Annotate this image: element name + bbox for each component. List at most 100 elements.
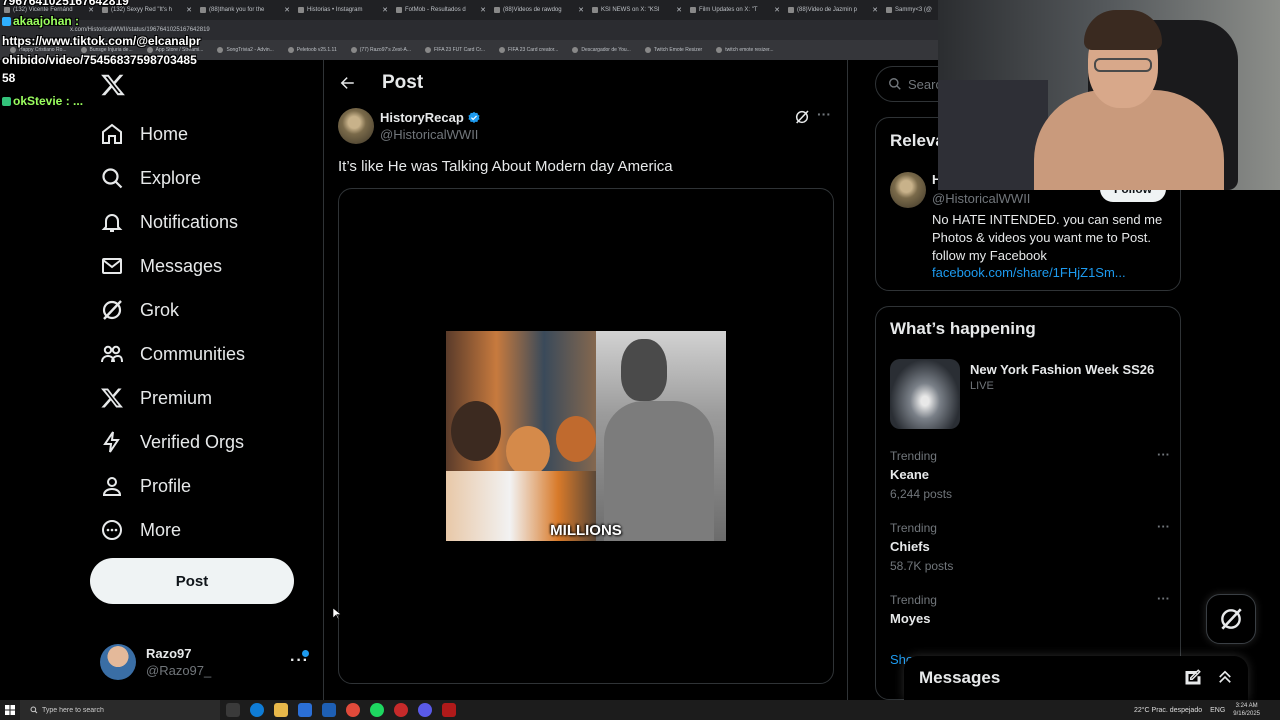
start-button[interactable] [0, 700, 20, 720]
event-thumbnail[interactable] [890, 359, 960, 429]
language-indicator[interactable]: ENG [1210, 707, 1225, 714]
grok-icon[interactable] [794, 109, 810, 125]
browser-tab[interactable]: KSI NEWS on X: "KSI ✕ [588, 2, 686, 18]
author-name[interactable]: HistoryRecap [380, 110, 464, 125]
browser-tab[interactable]: (88)Video de Jazmin p ✕ [784, 2, 882, 18]
avatar[interactable] [100, 644, 136, 680]
messages-drawer-title: Messages [919, 668, 1001, 687]
tab-close-icon[interactable]: ✕ [382, 6, 388, 14]
account-switcher[interactable]: Razo97 @Razo97_ ··· [100, 642, 312, 682]
trend-more-icon[interactable]: ··· [1157, 519, 1170, 534]
bookmark-item[interactable]: Twitch Emote Resizer [644, 47, 702, 53]
x-logo-icon[interactable] [100, 72, 126, 98]
back-arrow-icon[interactable] [338, 74, 356, 92]
bell-icon [100, 210, 124, 234]
bookmark-item[interactable]: Descargador de You... [572, 47, 631, 53]
author-avatar[interactable] [338, 108, 374, 144]
tab-close-icon[interactable]: ✕ [676, 6, 682, 14]
clock[interactable]: 3:24 AM 9/16/2025 [1233, 702, 1260, 718]
post-more-icon[interactable]: ··· [817, 106, 831, 122]
column-divider [847, 60, 848, 700]
chevron-up-icon[interactable] [1216, 668, 1234, 686]
tab-label: (88)Videos de rawdog [503, 7, 562, 13]
tab-close-icon[interactable]: ✕ [872, 6, 878, 14]
bookmark-label: Peletoob v25.1.11 [296, 47, 337, 53]
edge-icon[interactable] [250, 703, 264, 717]
grok-floating-button[interactable] [1206, 594, 1256, 644]
taskbar-search[interactable] [20, 700, 220, 720]
trend-name: Chiefs [890, 539, 930, 554]
relevant-handle[interactable]: @HistoricalWWII [932, 191, 1030, 206]
nav-item-more[interactable]: More [100, 508, 245, 552]
relevant-avatar[interactable] [890, 172, 926, 208]
bookmark-item[interactable]: FIFA 23 FUT Card Cr... [424, 47, 485, 53]
trend-item[interactable]: Trending Moyes ··· [890, 591, 1170, 626]
author-name-row[interactable]: HistoryRecap [380, 110, 481, 125]
nav-item-verified-orgs[interactable]: Verified Orgs [100, 420, 245, 464]
trend-more-icon[interactable]: ··· [1157, 591, 1170, 606]
bookmark-favicon-icon [716, 47, 723, 53]
bookmark-favicon-icon [572, 47, 579, 53]
tab-close-icon[interactable]: ✕ [578, 6, 584, 14]
tab-close-icon[interactable]: ✕ [774, 6, 780, 14]
nav-item-premium[interactable]: Premium [100, 376, 245, 420]
video-player[interactable]: MILLIONS [446, 331, 726, 541]
bookmark-item[interactable]: twitch emote resizer... [716, 47, 774, 53]
whats-happening-card: What’s happening New York Fashion Week S… [875, 306, 1181, 700]
webcam-bed [938, 80, 1048, 190]
chat-overlay-line: 58 [2, 71, 16, 85]
bookmark-item[interactable]: SongTrivia2 - Advin... [217, 47, 274, 53]
browser-tab[interactable]: (88)Videos de rawdog ✕ [490, 2, 588, 18]
relevant-bio: No HATE INTENDED. you can send me Photos… [932, 212, 1163, 263]
browser-tab[interactable]: Sammy<3 (@✕ [882, 2, 940, 18]
post-button[interactable]: Post [90, 558, 294, 604]
bookmark-label: twitch emote resizer... [725, 47, 774, 53]
taskbar-search-input[interactable] [42, 706, 162, 714]
tab-close-icon[interactable]: ✕ [284, 6, 290, 14]
bookmark-item[interactable]: FIFA 23 Card creator... [499, 47, 558, 53]
chat-overlay-message: okStevie : ... [2, 94, 83, 108]
post-author[interactable]: HistoryRecap @HistoricalWWII [338, 108, 481, 144]
messages-drawer[interactable]: Messages [904, 656, 1248, 700]
browser-tab[interactable]: (88)thank you for the ✕ [196, 2, 294, 18]
trend-more-icon[interactable]: ··· [1157, 447, 1170, 462]
bookmark-favicon-icon [350, 47, 357, 53]
event-title[interactable]: New York Fashion Week SS26 [970, 362, 1154, 377]
nav-item-notifications[interactable]: Notifications [100, 200, 245, 244]
nav-item-communities[interactable]: Communities [100, 332, 245, 376]
relevant-bio-link[interactable]: facebook.com/share/1FHjZ1Sm... [932, 265, 1126, 280]
task-view-icon[interactable] [226, 703, 240, 717]
url-text[interactable]: x.com/HistoricalWWII/status/196764102516… [70, 27, 210, 33]
tab-favicon-icon [886, 7, 892, 13]
author-handle[interactable]: @HistoricalWWII [380, 127, 481, 142]
obs-icon[interactable] [394, 703, 408, 717]
store-icon[interactable] [298, 703, 312, 717]
nav-item-explore[interactable]: Explore [100, 156, 245, 200]
video-caption: MILLIONS [550, 522, 622, 539]
bookmark-item[interactable]: Peletoob v25.1.11 [287, 47, 337, 53]
weather-text[interactable]: 22°C Prac. despejado [1134, 707, 1202, 714]
chrome-icon[interactable] [346, 703, 360, 717]
nav-item-profile[interactable]: Profile [100, 464, 245, 508]
browser-tab[interactable]: Historias • Instagram ✕ [294, 2, 392, 18]
app-icon[interactable] [442, 703, 456, 717]
nav-item-home[interactable]: Home [100, 112, 245, 156]
mail-icon[interactable] [322, 703, 336, 717]
trend-item[interactable]: Trending Chiefs 58.7K posts ··· [890, 519, 1170, 573]
new-message-icon[interactable] [1184, 668, 1202, 686]
envelope-icon [100, 254, 124, 278]
bookmark-item[interactable]: (77) Razo97's Zest-A... [350, 47, 411, 53]
nav-item-messages[interactable]: Messages [100, 244, 245, 288]
bookmark-favicon-icon [217, 47, 224, 53]
chat-overlay-line: https://www.tiktok.com/@elcanalpr [2, 34, 201, 48]
tab-close-icon[interactable]: ✕ [186, 6, 192, 14]
discord-icon[interactable] [418, 703, 432, 717]
browser-tab[interactable]: Film Updates on X: "T ✕ [686, 2, 784, 18]
file-explorer-icon[interactable] [274, 703, 288, 717]
video-frame-shape [556, 416, 596, 462]
spotify-icon[interactable] [370, 703, 384, 717]
browser-tab[interactable]: FotMob - Resultados d ✕ [392, 2, 490, 18]
tab-close-icon[interactable]: ✕ [480, 6, 486, 14]
nav-item-grok[interactable]: Grok [100, 288, 245, 332]
trend-item[interactable]: Trending Keane 6,244 posts ··· [890, 447, 1170, 501]
